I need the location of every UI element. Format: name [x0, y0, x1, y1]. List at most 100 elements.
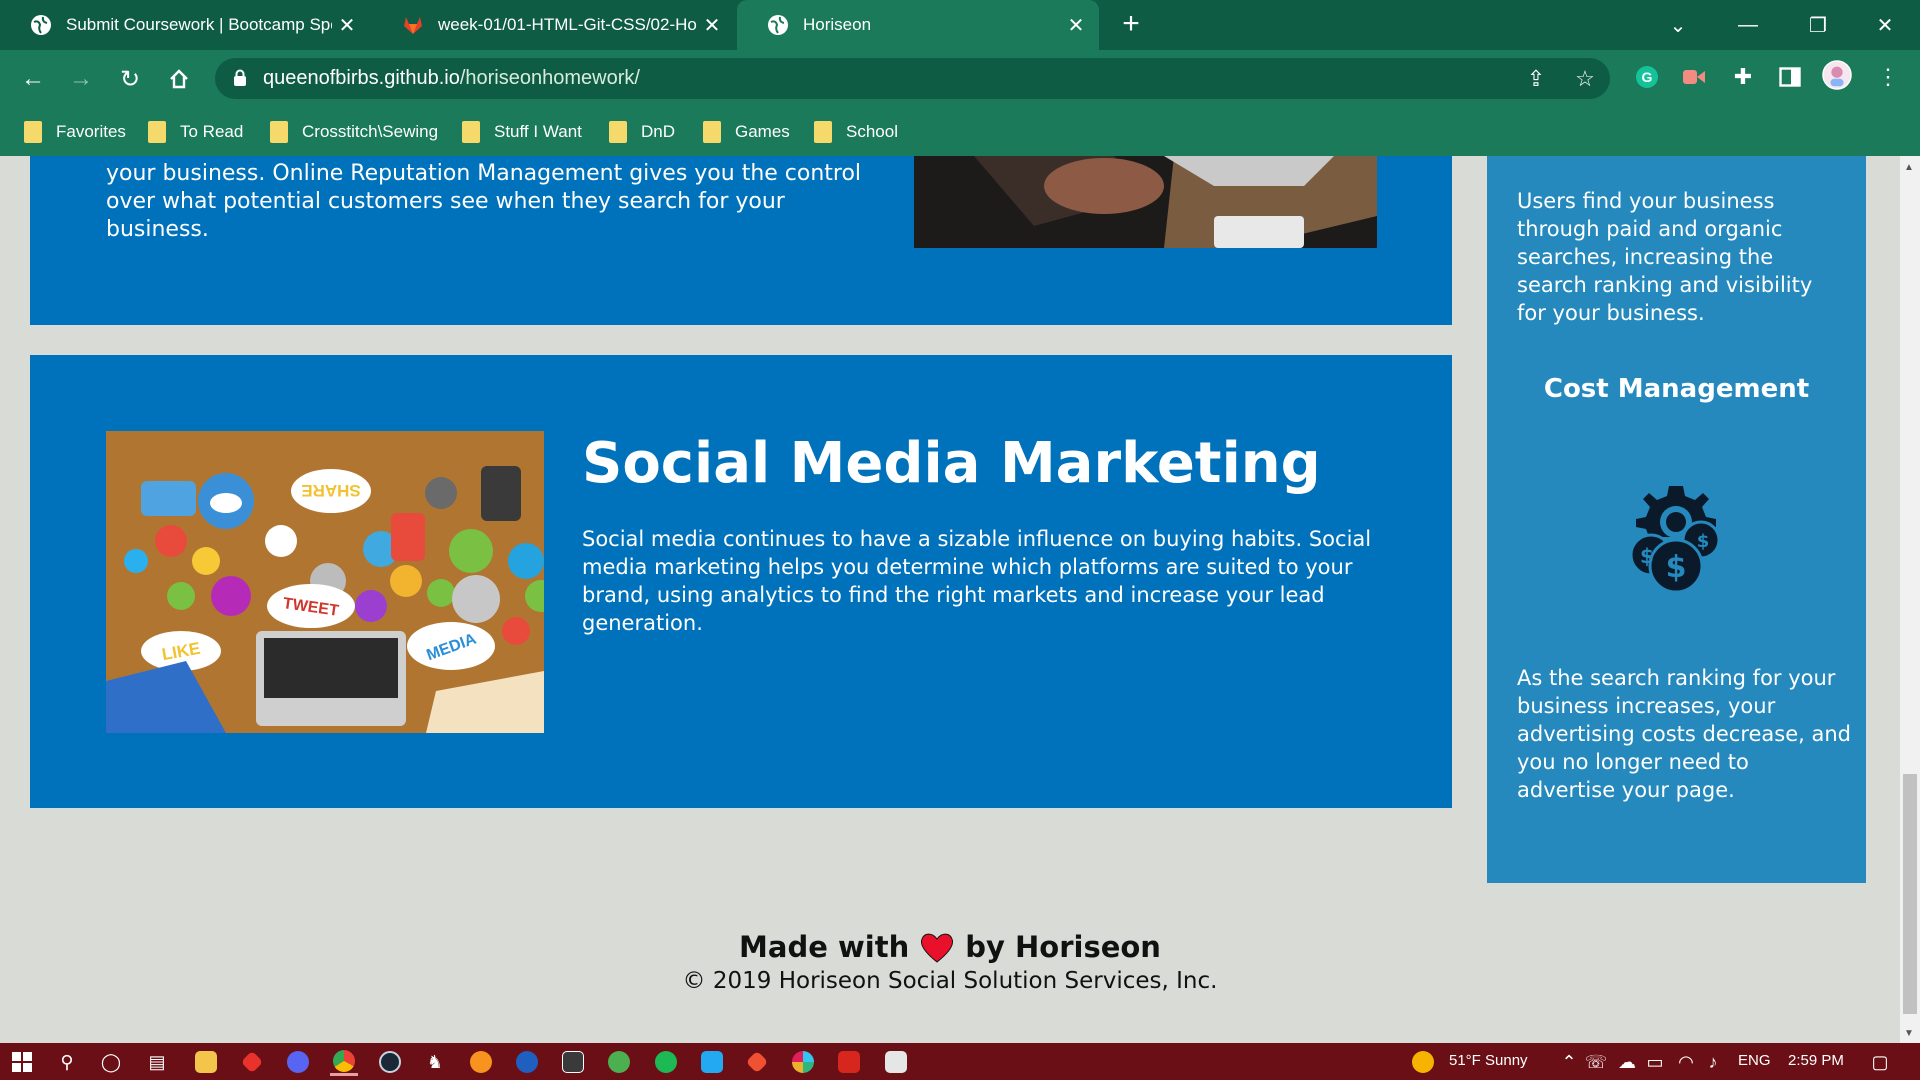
bookmark-school[interactable]: School	[814, 119, 898, 145]
folder-icon	[24, 121, 42, 143]
online-reputation-card: your business. Online Reputation Managem…	[30, 156, 1452, 325]
cost-management-heading: Cost Management	[1543, 374, 1810, 404]
footer-made-prefix: Made with	[739, 930, 910, 964]
tab-week-01[interactable]: week-01/01-HTML-Git-CSS/02-Hom ✕	[372, 0, 735, 50]
minimize-button[interactable]: —	[1713, 0, 1783, 50]
lock-icon	[234, 69, 246, 86]
svg-text:$: $	[1640, 544, 1654, 568]
close-window-button[interactable]: ✕	[1850, 0, 1920, 50]
tab-title: Submit Coursework | Bootcamp Spo	[66, 15, 332, 34]
page-scrollbar[interactable]: ▲ ▼	[1900, 156, 1920, 1043]
tab-submit-coursework[interactable]: Submit Coursework | Bootcamp Spo ✕	[0, 0, 370, 50]
gitlab-icon	[402, 14, 424, 36]
chevron-up-icon[interactable]: ⌃	[1555, 1048, 1583, 1076]
wifi-icon[interactable]: ◠	[1672, 1048, 1700, 1076]
heart-icon	[919, 931, 955, 963]
back-button[interactable]: ←	[16, 62, 50, 96]
bookmark-stuff-i-want[interactable]: Stuff I Want	[462, 119, 582, 145]
weather-text[interactable]: 51°F Sunny	[1449, 1052, 1528, 1069]
address-bar[interactable]: queenofbirbs.github.io/horiseonhomework/…	[215, 58, 1610, 99]
grammarly-icon[interactable]: G	[1632, 62, 1662, 92]
tab-search-icon[interactable]: ⌄	[1643, 0, 1713, 50]
browser-toolbar: ← → ↻ queenofbirbs.github.io/horiseonhom…	[0, 50, 1920, 107]
app-tray-icon[interactable]: ☏	[1582, 1048, 1610, 1076]
footer-copyright: © 2019 Horiseon Social Solution Services…	[682, 968, 1218, 994]
forward-button[interactable]: →	[64, 62, 98, 96]
bookmark-label: School	[846, 122, 898, 141]
close-tab-icon[interactable]: ✕	[332, 13, 362, 38]
bookmark-dnd[interactable]: DnD	[609, 119, 675, 145]
smm-paragraph: Social media continues to have a sizable…	[582, 527, 1372, 635]
home-icon[interactable]	[162, 62, 196, 96]
notification-center-icon[interactable]: ▢	[1866, 1048, 1894, 1076]
restore-button[interactable]: ❐	[1783, 0, 1853, 50]
speaker-icon[interactable]: ♪	[1699, 1048, 1727, 1076]
app-red-diamond-icon[interactable]	[238, 1048, 266, 1076]
search-icon[interactable]: ⚲	[53, 1048, 81, 1076]
reload-button[interactable]: ↻	[113, 62, 147, 96]
folder-icon	[814, 121, 832, 143]
app-blue-swirl-icon[interactable]	[513, 1048, 541, 1076]
scroll-down-arrow-icon[interactable]: ▼	[1904, 1028, 1914, 1039]
bookmarks-bar: Favorites To Read Crosstitch\Sewing Stuf…	[0, 107, 1920, 156]
acrobat-icon[interactable]	[835, 1048, 863, 1076]
extensions-puzzle-icon[interactable]: ✚	[1728, 62, 1758, 92]
bookmark-label: Stuff I Want	[494, 122, 582, 141]
onedrive-cloud-icon[interactable]: ☁	[1613, 1048, 1641, 1076]
social-media-image: SHARE TWEET LIKE MEDIA	[106, 431, 544, 733]
footer-made-with: Made with by Horiseon	[0, 930, 1900, 964]
language-indicator[interactable]: ENG	[1738, 1052, 1771, 1069]
cortana-icon[interactable]: ◯	[97, 1048, 125, 1076]
cost-management-icon: $ $ $	[1617, 480, 1735, 598]
discord-icon[interactable]	[284, 1048, 312, 1076]
bookmark-star-icon[interactable]: ☆	[1572, 66, 1598, 92]
new-tab-button[interactable]: +	[1115, 9, 1147, 41]
bookmark-crosstitch-sewing[interactable]: Crosstitch\Sewing	[270, 119, 438, 145]
close-tab-icon[interactable]: ✕	[1061, 13, 1091, 38]
bookmark-label: Favorites	[56, 122, 126, 141]
battery-icon[interactable]: ▭	[1641, 1048, 1669, 1076]
bookmark-favorites[interactable]: Favorites	[24, 119, 126, 145]
bookmark-label: To Read	[180, 122, 244, 141]
scroll-up-arrow-icon[interactable]: ▲	[1904, 162, 1914, 173]
profile-avatar[interactable]	[1822, 60, 1852, 90]
close-tab-icon[interactable]: ✕	[697, 13, 727, 38]
file-explorer-icon[interactable]	[192, 1048, 220, 1076]
tab-title: Horiseon	[803, 15, 872, 34]
windows-taskbar: ⚲ ◯ ▤ ♞ 51°F Sunny ⌃ ☏ ☁ ▭ ◠ ♪ ENG 2:59 …	[0, 1043, 1920, 1080]
slack-icon[interactable]	[789, 1048, 817, 1076]
tab-title: week-01/01-HTML-Git-CSS/02-Hom	[438, 15, 697, 34]
folder-icon	[703, 121, 721, 143]
spotify-icon[interactable]	[652, 1048, 680, 1076]
svg-text:$: $	[1697, 531, 1710, 552]
folder-icon	[462, 121, 480, 143]
bookmark-games[interactable]: Games	[703, 119, 790, 145]
chrome-icon[interactable]	[330, 1048, 358, 1076]
tab-horiseon[interactable]: Horiseon ✕	[737, 0, 1099, 50]
git-icon[interactable]	[743, 1048, 771, 1076]
record-extension-icon[interactable]	[1679, 62, 1709, 92]
kebab-menu-icon[interactable]: ⋮	[1873, 62, 1903, 92]
folder-icon	[609, 121, 627, 143]
weather-sun-icon[interactable]	[1409, 1048, 1437, 1076]
share-word: SHARE	[301, 481, 361, 500]
task-view-icon[interactable]: ▤	[143, 1048, 171, 1076]
share-icon[interactable]: ⇪	[1523, 66, 1549, 92]
folder-icon	[270, 121, 288, 143]
windows-start-icon[interactable]	[8, 1048, 36, 1076]
url-host: queenofbirbs.github.io	[263, 67, 460, 89]
scrollbar-thumb[interactable]	[1903, 774, 1917, 1014]
side-panel-icon[interactable]	[1775, 62, 1805, 92]
app-paint-icon[interactable]	[882, 1048, 910, 1076]
vscode-icon[interactable]	[698, 1048, 726, 1076]
calculator-icon[interactable]	[559, 1048, 587, 1076]
app-figure-icon[interactable]: ♞	[421, 1048, 449, 1076]
svg-text:$: $	[1666, 550, 1687, 585]
folder-icon	[148, 121, 166, 143]
steam-icon[interactable]	[376, 1048, 404, 1076]
bookmark-label: DnD	[641, 122, 676, 141]
app-orange-icon[interactable]	[467, 1048, 495, 1076]
bookmark-to-read[interactable]: To Read	[148, 119, 243, 145]
clock-time[interactable]: 2:59 PM	[1788, 1052, 1844, 1069]
app-green-icon[interactable]	[605, 1048, 633, 1076]
